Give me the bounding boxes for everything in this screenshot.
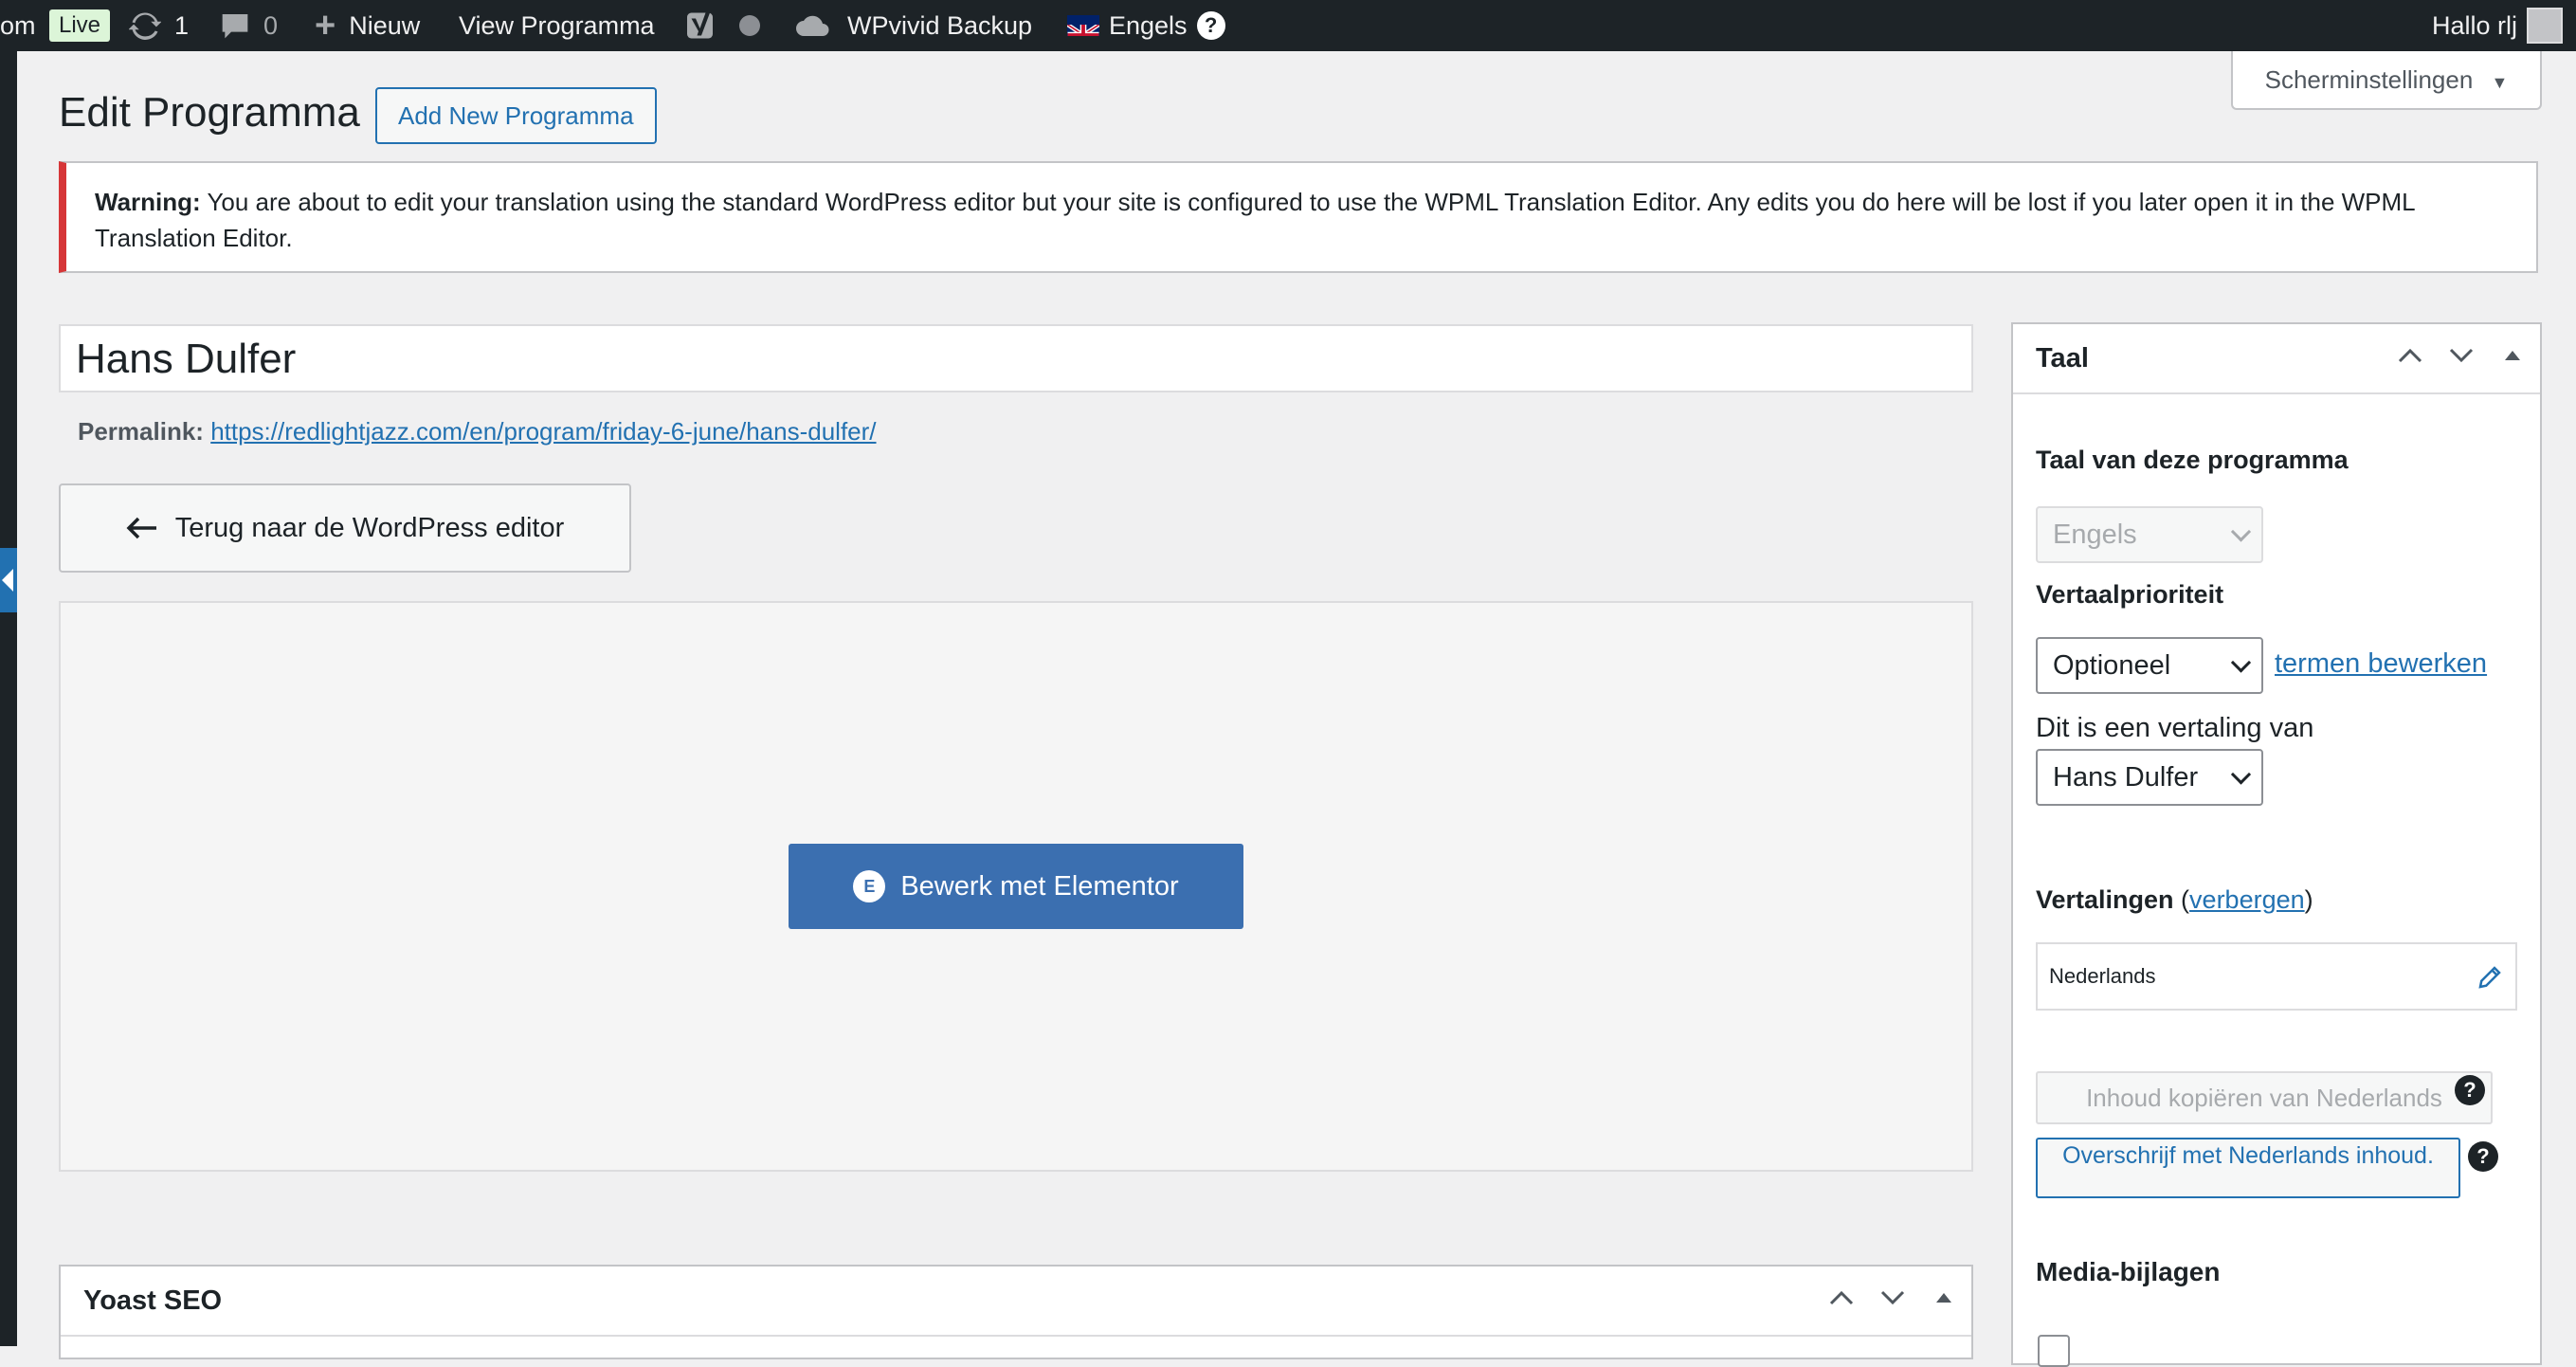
add-new-button[interactable]: Add New Programma [375, 87, 657, 144]
move-up-icon[interactable] [2396, 341, 2424, 370]
translation-language: Nederlands [2049, 964, 2156, 988]
seo-score-dot-icon [739, 15, 760, 36]
screen-options-label: Scherminstellingen [2264, 65, 2474, 94]
my-account[interactable]: Hallo rlj [2432, 0, 2564, 51]
elementor-button-label: Bewerk met Elementor [900, 870, 1179, 902]
warning-text: You are about to edit your translation u… [95, 188, 2415, 252]
help-icon[interactable]: ? [2468, 1141, 2498, 1172]
wpvivid-menu[interactable]: WPvivid Backup [794, 0, 1032, 51]
copy-content-button: Inhoud kopiëren van Nederlands [2036, 1071, 2493, 1124]
permalink: Permalink: https://redlightjazz.com/en/p… [78, 417, 877, 447]
language-label: Engels [1109, 11, 1188, 40]
greeting: Hallo rlj [2432, 11, 2518, 40]
comments-count: 0 [263, 11, 279, 40]
screen-options-button[interactable]: Scherminstellingen ▼ [2231, 51, 2542, 110]
edit-with-elementor-button[interactable]: E Bewerk met Elementor [789, 844, 1243, 929]
cloud-icon [796, 15, 829, 36]
yoast-box-title: Yoast SEO [83, 1285, 223, 1316]
caret-down-icon: ▼ [2491, 73, 2509, 92]
back-to-wordpress-editor-button[interactable]: Terug naar de WordPress editor [59, 483, 631, 573]
edit-terms-link[interactable]: termen bewerken [2275, 648, 2487, 680]
plus-icon: + [315, 6, 336, 46]
toggle-panel-icon[interactable] [1930, 1284, 1958, 1312]
admin-bar: om Live 1 0 + Nieuw View Programma WPviv… [0, 0, 2576, 51]
translation-of-value: Hans Dulfer [2053, 761, 2199, 793]
comments-link[interactable]: 0 [220, 0, 278, 51]
warning-strong: Warning: [95, 188, 201, 216]
site-name-link[interactable]: om [0, 0, 36, 51]
updates-icon [129, 12, 161, 40]
media-checkbox[interactable] [2038, 1335, 2070, 1367]
updates-link[interactable]: 1 [129, 0, 189, 51]
media-attachments-label: Media-bijlagen [2036, 1257, 2221, 1286]
seo-status [739, 0, 760, 51]
pencil-icon[interactable] [2476, 963, 2504, 992]
translation-priority-select[interactable]: Optioneel [2036, 637, 2263, 694]
chevron-down-icon [2230, 764, 2252, 785]
comment-icon [222, 14, 248, 39]
collapse-menu-icon[interactable] [0, 548, 17, 612]
translation-row-dutch: Nederlands [2036, 942, 2517, 1011]
translations-label: Vertalingen [2036, 885, 2174, 914]
language-switcher[interactable]: Engels ? [1067, 0, 1225, 51]
yoast-menu[interactable] [684, 0, 718, 51]
live-badge: Live [49, 9, 111, 42]
avatar [2527, 8, 2564, 44]
toggle-panel-icon[interactable] [2498, 341, 2527, 370]
translations-heading: Vertalingen (verbergen) [2036, 885, 2313, 914]
chevron-down-icon [2230, 652, 2252, 673]
help-icon[interactable]: ? [2455, 1075, 2485, 1105]
yoast-seo-box: Yoast SEO [59, 1265, 1973, 1359]
new-label: Nieuw [349, 11, 421, 40]
overwrite-content-button[interactable]: Overschrijf met Nederlands inhoud. [2036, 1138, 2460, 1198]
move-down-icon[interactable] [2447, 341, 2476, 370]
post-title-input[interactable]: Hans Dulfer [59, 324, 1973, 392]
language-box-title: Taal [2036, 342, 2089, 374]
live-status: Live [49, 0, 111, 51]
wpvivid-label: WPvivid Backup [847, 11, 1033, 40]
chevron-down-icon [2230, 521, 2252, 542]
yoast-icon [687, 12, 713, 39]
elementor-icon: E [853, 870, 886, 902]
updates-count: 1 [174, 11, 190, 40]
post-language-value: Engels [2053, 519, 2137, 550]
translation-of-select[interactable]: Hans Dulfer [2036, 749, 2263, 806]
help-icon[interactable]: ? [1196, 11, 1225, 40]
admin-menu-strip [0, 51, 17, 1346]
translation-priority-label: Vertaalprioriteit [2036, 580, 2224, 609]
move-up-icon[interactable] [1827, 1284, 1856, 1312]
wpml-warning-notice: Warning: You are about to edit your tran… [59, 161, 2538, 273]
back-button-label: Terug naar de WordPress editor [174, 512, 565, 543]
post-language-select: Engels [2036, 506, 2263, 563]
permalink-url[interactable]: https://redlightjazz.com/en/program/frid… [210, 417, 876, 446]
move-down-icon[interactable] [1878, 1284, 1907, 1312]
new-content-link[interactable]: + Nieuw [315, 0, 420, 51]
uk-flag-icon [1067, 15, 1099, 36]
yoast-box-header[interactable]: Yoast SEO [61, 1267, 1971, 1337]
permalink-label: Permalink: [78, 417, 204, 446]
translation-priority-value: Optioneel [2053, 649, 2171, 681]
language-meta-box: Taal [2011, 322, 2542, 1365]
translation-of-label: Dit is een vertaling van [2036, 713, 2314, 743]
page-title: Edit Programma [59, 89, 360, 136]
language-of-post-label: Taal van deze programma [2036, 446, 2349, 474]
arrow-left-icon [126, 517, 156, 539]
view-programma-link[interactable]: View Programma [459, 0, 655, 51]
hide-translations-link[interactable]: verbergen [2189, 885, 2305, 914]
